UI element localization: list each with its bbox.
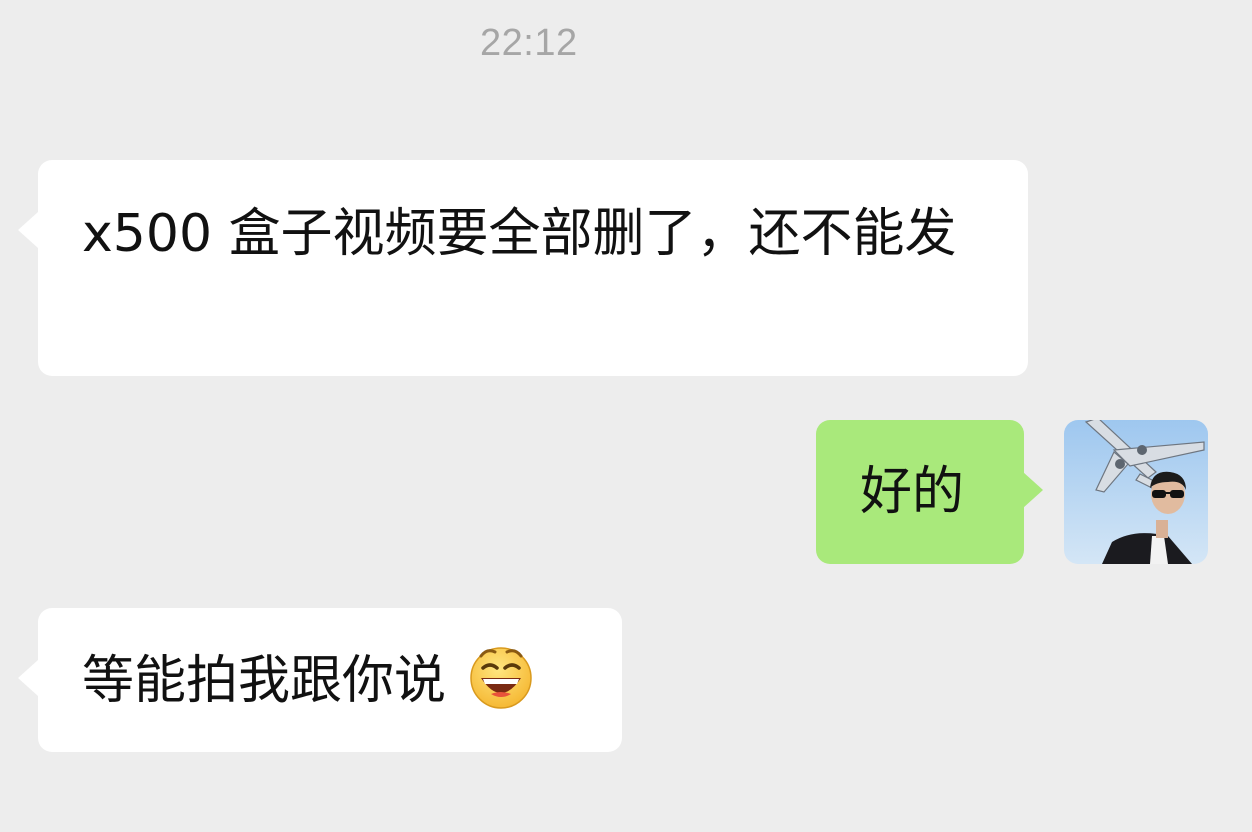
airplane-photo-avatar-icon: [1064, 420, 1208, 564]
grinning-face-emoji-icon: [469, 647, 532, 709]
message-text: 等能拍我跟你说: [82, 651, 447, 711]
received-message-bubble[interactable]: x500 盒子视频要全部删了，还不能发: [18, 160, 1028, 376]
message-text: 好的: [860, 462, 965, 522]
sent-message-bubble[interactable]: 好的: [816, 420, 1043, 564]
message-text: x500 盒子视频要全部删了，还不能发: [82, 204, 957, 264]
received-message-bubble[interactable]: 等能拍我跟你说: [18, 608, 622, 752]
user-avatar[interactable]: [1064, 420, 1208, 564]
message-timestamp: 22:12: [480, 22, 578, 64]
